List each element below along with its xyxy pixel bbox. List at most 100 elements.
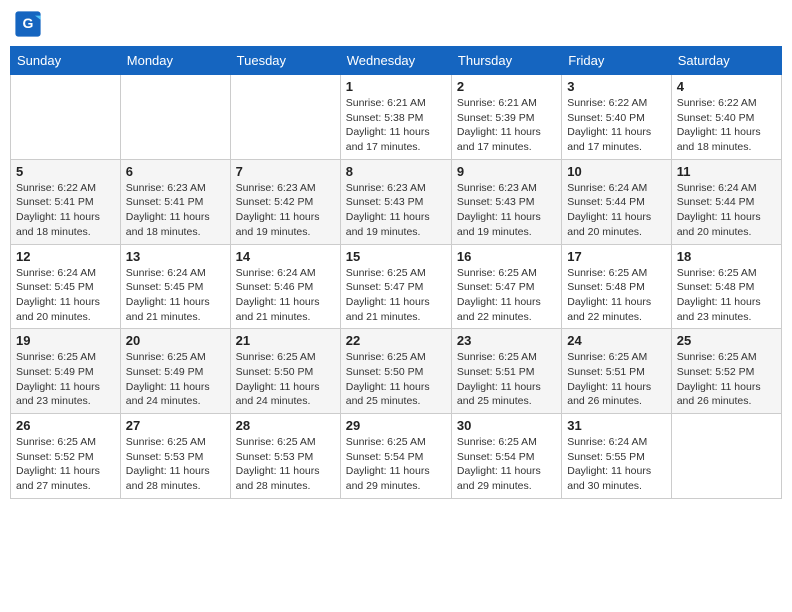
day-info: Sunrise: 6:23 AM Sunset: 5:41 PM Dayligh… — [126, 181, 225, 240]
day-number: 10 — [567, 164, 665, 179]
day-number: 29 — [346, 418, 446, 433]
day-info: Sunrise: 6:24 AM Sunset: 5:45 PM Dayligh… — [126, 266, 225, 325]
calendar-day-cell: 8 Sunrise: 6:23 AM Sunset: 5:43 PM Daylig… — [340, 159, 451, 244]
calendar-week-row: 1 Sunrise: 6:21 AM Sunset: 5:38 PM Daylig… — [11, 75, 782, 160]
calendar-day-cell: 20 Sunrise: 6:25 AM Sunset: 5:49 PM Dayli… — [120, 329, 230, 414]
calendar-day-cell: 12 Sunrise: 6:24 AM Sunset: 5:45 PM Dayli… — [11, 244, 121, 329]
calendar-day-cell: 26 Sunrise: 6:25 AM Sunset: 5:52 PM Dayli… — [11, 414, 121, 499]
calendar-day-cell: 27Sunrise: 6:25 AM Sunset: 5:53 PM Dayli… — [120, 414, 230, 499]
calendar-day-cell — [120, 75, 230, 160]
calendar-day-cell: 15 Sunrise: 6:25 AM Sunset: 5:47 PM Dayli… — [340, 244, 451, 329]
day-number: 22 — [346, 333, 446, 348]
calendar-day-cell — [671, 414, 781, 499]
day-info: Sunrise: 6:22 AM Sunset: 5:40 PM Dayligh… — [677, 96, 776, 155]
day-info: Sunrise: 6:21 AM Sunset: 5:39 PM Dayligh… — [457, 96, 556, 155]
calendar-day-cell: 2 Sunrise: 6:21 AM Sunset: 5:39 PM Daylig… — [451, 75, 561, 160]
day-info: Sunrise: 6:25 AM Sunset: 5:47 PM Dayligh… — [457, 266, 556, 325]
day-info: Sunrise: 6:25 AM Sunset: 5:54 PM Dayligh… — [457, 435, 556, 494]
day-number: 2 — [457, 79, 556, 94]
day-info: Sunrise: 6:25 AM Sunset: 5:52 PM Dayligh… — [16, 435, 115, 494]
calendar-week-row: 12 Sunrise: 6:24 AM Sunset: 5:45 PM Dayli… — [11, 244, 782, 329]
day-info: Sunrise: 6:24 AM Sunset: 5:44 PM Dayligh… — [677, 181, 776, 240]
weekday-header-wednesday: Wednesday — [340, 47, 451, 75]
day-number: 20 — [126, 333, 225, 348]
day-number: 7 — [236, 164, 335, 179]
day-number: 19 — [16, 333, 115, 348]
day-info: Sunrise: 6:24 AM Sunset: 5:45 PM Dayligh… — [16, 266, 115, 325]
weekday-header-saturday: Saturday — [671, 47, 781, 75]
day-number: 18 — [677, 249, 776, 264]
weekday-header-thursday: Thursday — [451, 47, 561, 75]
day-number: 12 — [16, 249, 115, 264]
calendar-week-row: 5 Sunrise: 6:22 AM Sunset: 5:41 PM Daylig… — [11, 159, 782, 244]
calendar-day-cell: 11 Sunrise: 6:24 AM Sunset: 5:44 PM Dayli… — [671, 159, 781, 244]
day-number: 16 — [457, 249, 556, 264]
day-info: Sunrise: 6:24 AM Sunset: 5:55 PM Dayligh… — [567, 435, 665, 494]
day-info: Sunrise: 6:25 AM Sunset: 5:50 PM Dayligh… — [346, 350, 446, 409]
weekday-header-tuesday: Tuesday — [230, 47, 340, 75]
calendar-week-row: 26 Sunrise: 6:25 AM Sunset: 5:52 PM Dayli… — [11, 414, 782, 499]
day-info: Sunrise: 6:25 AM Sunset: 5:54 PM Dayligh… — [346, 435, 446, 494]
day-number: 6 — [126, 164, 225, 179]
calendar-table: SundayMondayTuesdayWednesdayThursdayFrid… — [10, 46, 782, 499]
logo: G — [14, 10, 44, 38]
calendar-week-row: 19 Sunrise: 6:25 AM Sunset: 5:49 PM Dayli… — [11, 329, 782, 414]
day-info: Sunrise: 6:22 AM Sunset: 5:41 PM Dayligh… — [16, 181, 115, 240]
day-number: 4 — [677, 79, 776, 94]
day-info: Sunrise: 6:25 AM Sunset: 5:53 PM Dayligh… — [126, 435, 225, 494]
calendar-day-cell: 23Sunrise: 6:25 AM Sunset: 5:51 PM Dayli… — [451, 329, 561, 414]
calendar-day-cell: 6 Sunrise: 6:23 AM Sunset: 5:41 PM Daylig… — [120, 159, 230, 244]
day-number: 21 — [236, 333, 335, 348]
day-number: 31 — [567, 418, 665, 433]
page-header: G — [10, 10, 782, 38]
day-number: 8 — [346, 164, 446, 179]
calendar-day-cell: 25 Sunrise: 6:25 AM Sunset: 5:52 PM Dayli… — [671, 329, 781, 414]
day-info: Sunrise: 6:25 AM Sunset: 5:49 PM Dayligh… — [126, 350, 225, 409]
weekday-header-row: SundayMondayTuesdayWednesdayThursdayFrid… — [11, 47, 782, 75]
calendar-day-cell: 21Sunrise: 6:25 AM Sunset: 5:50 PM Dayli… — [230, 329, 340, 414]
weekday-header-friday: Friday — [562, 47, 671, 75]
day-number: 25 — [677, 333, 776, 348]
calendar-day-cell: 1 Sunrise: 6:21 AM Sunset: 5:38 PM Daylig… — [340, 75, 451, 160]
calendar-day-cell — [230, 75, 340, 160]
day-number: 9 — [457, 164, 556, 179]
day-number: 11 — [677, 164, 776, 179]
day-number: 24 — [567, 333, 665, 348]
day-number: 13 — [126, 249, 225, 264]
calendar-day-cell: 31 Sunrise: 6:24 AM Sunset: 5:55 PM Dayli… — [562, 414, 671, 499]
day-number: 1 — [346, 79, 446, 94]
day-number: 30 — [457, 418, 556, 433]
day-info: Sunrise: 6:25 AM Sunset: 5:47 PM Dayligh… — [346, 266, 446, 325]
calendar-day-cell: 7Sunrise: 6:23 AM Sunset: 5:42 PM Daylig… — [230, 159, 340, 244]
logo-icon: G — [14, 10, 42, 38]
day-info: Sunrise: 6:25 AM Sunset: 5:48 PM Dayligh… — [567, 266, 665, 325]
day-info: Sunrise: 6:25 AM Sunset: 5:52 PM Dayligh… — [677, 350, 776, 409]
calendar-day-cell: 28 Sunrise: 6:25 AM Sunset: 5:53 PM Dayli… — [230, 414, 340, 499]
calendar-day-cell: 10 Sunrise: 6:24 AM Sunset: 5:44 PM Dayli… — [562, 159, 671, 244]
calendar-day-cell: 29 Sunrise: 6:25 AM Sunset: 5:54 PM Dayli… — [340, 414, 451, 499]
weekday-header-sunday: Sunday — [11, 47, 121, 75]
day-info: Sunrise: 6:23 AM Sunset: 5:43 PM Dayligh… — [346, 181, 446, 240]
day-info: Sunrise: 6:24 AM Sunset: 5:46 PM Dayligh… — [236, 266, 335, 325]
day-number: 5 — [16, 164, 115, 179]
calendar-day-cell: 24 Sunrise: 6:25 AM Sunset: 5:51 PM Dayli… — [562, 329, 671, 414]
calendar-day-cell: 16 Sunrise: 6:25 AM Sunset: 5:47 PM Dayli… — [451, 244, 561, 329]
day-info: Sunrise: 6:23 AM Sunset: 5:43 PM Dayligh… — [457, 181, 556, 240]
day-number: 28 — [236, 418, 335, 433]
day-info: Sunrise: 6:24 AM Sunset: 5:44 PM Dayligh… — [567, 181, 665, 240]
day-info: Sunrise: 6:25 AM Sunset: 5:51 PM Dayligh… — [457, 350, 556, 409]
day-info: Sunrise: 6:25 AM Sunset: 5:49 PM Dayligh… — [16, 350, 115, 409]
calendar-day-cell: 13 Sunrise: 6:24 AM Sunset: 5:45 PM Dayli… — [120, 244, 230, 329]
day-info: Sunrise: 6:21 AM Sunset: 5:38 PM Dayligh… — [346, 96, 446, 155]
svg-text:G: G — [23, 15, 34, 31]
day-number: 3 — [567, 79, 665, 94]
day-info: Sunrise: 6:25 AM Sunset: 5:51 PM Dayligh… — [567, 350, 665, 409]
day-number: 15 — [346, 249, 446, 264]
calendar-day-cell: 4 Sunrise: 6:22 AM Sunset: 5:40 PM Daylig… — [671, 75, 781, 160]
day-info: Sunrise: 6:25 AM Sunset: 5:48 PM Dayligh… — [677, 266, 776, 325]
calendar-day-cell: 9 Sunrise: 6:23 AM Sunset: 5:43 PM Daylig… — [451, 159, 561, 244]
day-info: Sunrise: 6:25 AM Sunset: 5:53 PM Dayligh… — [236, 435, 335, 494]
calendar-day-cell: 30 Sunrise: 6:25 AM Sunset: 5:54 PM Dayli… — [451, 414, 561, 499]
calendar-day-cell: 3Sunrise: 6:22 AM Sunset: 5:40 PM Daylig… — [562, 75, 671, 160]
day-number: 26 — [16, 418, 115, 433]
